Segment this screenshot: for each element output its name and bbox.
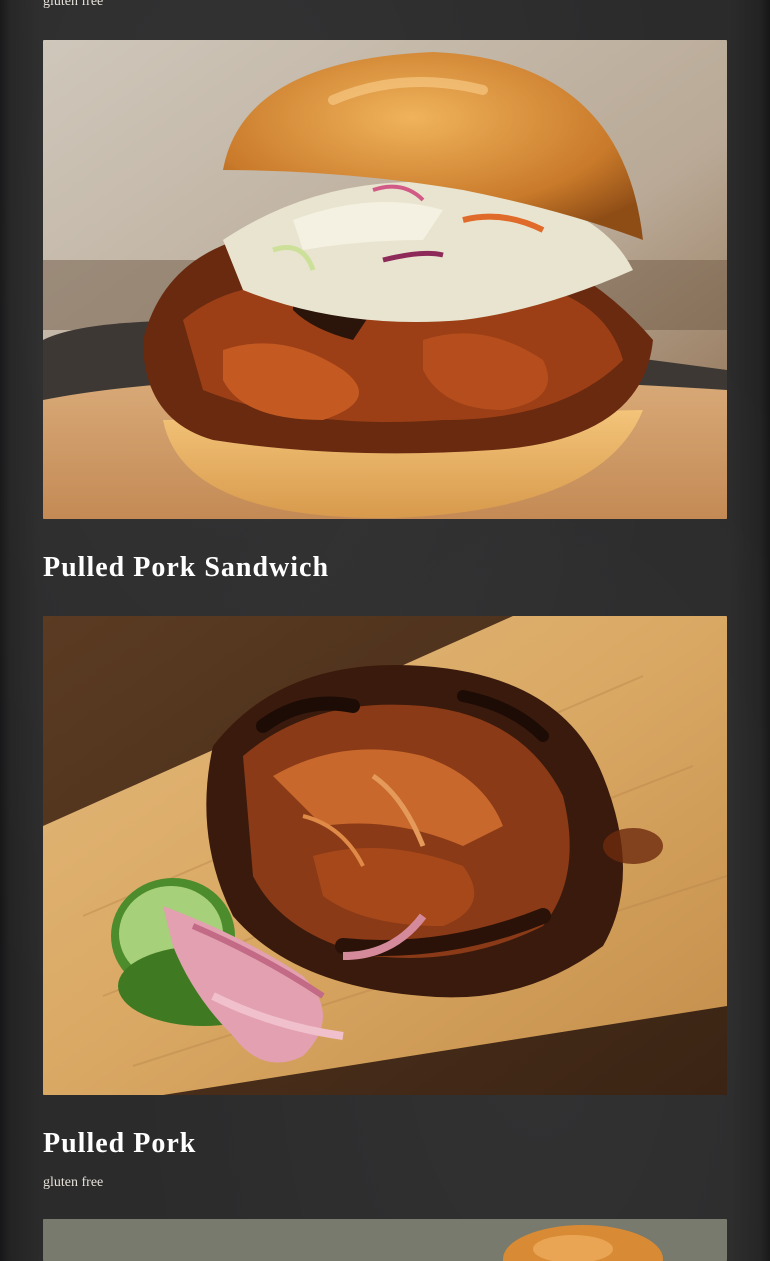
pulled-pork-sandwich-photo[interactable]	[43, 40, 727, 519]
previous-item-diet-note: gluten free	[43, 0, 104, 9]
diet-note: gluten free	[43, 1175, 104, 1190]
menu-item-pulled-pork-sandwich[interactable]: Pulled Pork Sandwich	[43, 40, 727, 586]
menu-item-next[interactable]	[43, 1219, 727, 1261]
item-title: Pulled Pork Sandwich	[43, 552, 330, 583]
next-item-photo[interactable]	[43, 1219, 727, 1261]
menu-item-pulled-pork[interactable]: Pulled Pork gluten free	[43, 616, 727, 1191]
pulled-pork-photo[interactable]	[43, 616, 727, 1095]
item-title: Pulled Pork	[43, 1128, 197, 1159]
